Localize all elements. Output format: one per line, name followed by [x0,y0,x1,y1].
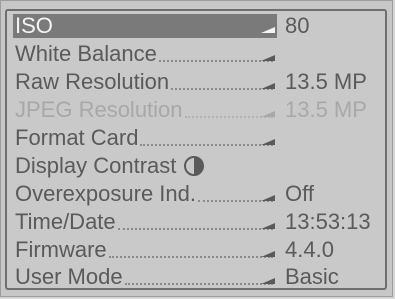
menu-item-label: Overexposure Ind. [15,181,196,206]
menu-item-white-balance[interactable]: White Balance [13,41,389,67]
submenu-arrow-icon [261,223,275,229]
camera-menu-screen: ISO 80 White Balance Raw Resolution 13.5… [0,0,393,297]
menu-item-label-area: Firmware [13,237,277,262]
menu-item-label-area: Overexposure Ind. [13,181,277,206]
menu-item-label: Raw Resolution [15,69,170,94]
menu-item-iso[interactable]: ISO 80 [13,13,389,39]
leader-dots [55,30,273,34]
menu-item-jpeg-resolution: JPEG Resolution 13.5 MP [13,97,389,123]
menu-item-time-date[interactable]: Time/Date 13:53:13 [13,209,389,235]
menu-item-label-area: Raw Resolution [13,69,277,94]
submenu-arrow-icon [261,195,275,201]
menu-item-value: Basic [285,264,339,289]
leader-dots [171,86,273,90]
menu-item-label-area: Time/Date [13,209,277,234]
menu-item-firmware[interactable]: Firmware 4.4.0 [13,237,389,263]
menu-item-label-area: ISO [13,13,277,38]
menu-item-label: User Mode [15,264,123,289]
menu-item-display-contrast[interactable]: Display Contrast [13,153,389,179]
menu-item-label-area: JPEG Resolution [13,97,277,122]
leader-dots [158,58,273,62]
menu-frame: ISO 80 White Balance Raw Resolution 13.5… [5,9,387,290]
menu-item-label: JPEG Resolution [15,97,183,122]
menu-item-label: Display Contrast [15,153,177,178]
leader-dots [124,281,273,285]
leader-dots [140,142,273,146]
submenu-arrow-icon [261,83,275,89]
menu-item-label: Time/Date [15,209,116,234]
menu-item-value: 80 [285,13,310,38]
menu-item-value: 13.5 MP [285,97,367,122]
submenu-arrow-icon [261,139,275,145]
menu-item-user-mode[interactable]: User Mode Basic [13,264,389,290]
menu-item-label: Format Card [15,125,139,150]
submenu-arrow-icon [261,111,275,117]
menu-item-label: ISO [15,13,53,38]
menu-item-label-area: Format Card [13,125,277,150]
menu-item-value: 4.4.0 [285,237,334,262]
menu-item-label-area: User Mode [13,264,277,289]
submenu-arrow-icon [261,251,275,257]
contrast-icon [184,156,205,176]
leader-dots [117,226,273,230]
menu-item-value: 13.5 MP [285,69,367,94]
leader-dots [108,254,273,258]
leader-dots [184,114,273,118]
menu-item-overexposure[interactable]: Overexposure Ind. Off [13,181,389,207]
submenu-arrow-icon [261,55,275,61]
menu-item-label: Firmware [15,237,107,262]
submenu-arrow-icon [261,278,275,284]
menu-item-label-area: White Balance [13,41,277,66]
menu-item-raw-resolution[interactable]: Raw Resolution 13.5 MP [13,69,389,95]
menu-item-value: Off [285,181,314,206]
menu-item-label: White Balance [15,41,157,66]
submenu-arrow-icon [261,27,275,33]
menu-item-value: 13:53:13 [285,209,371,234]
menu-item-format-card[interactable]: Format Card [13,125,389,151]
